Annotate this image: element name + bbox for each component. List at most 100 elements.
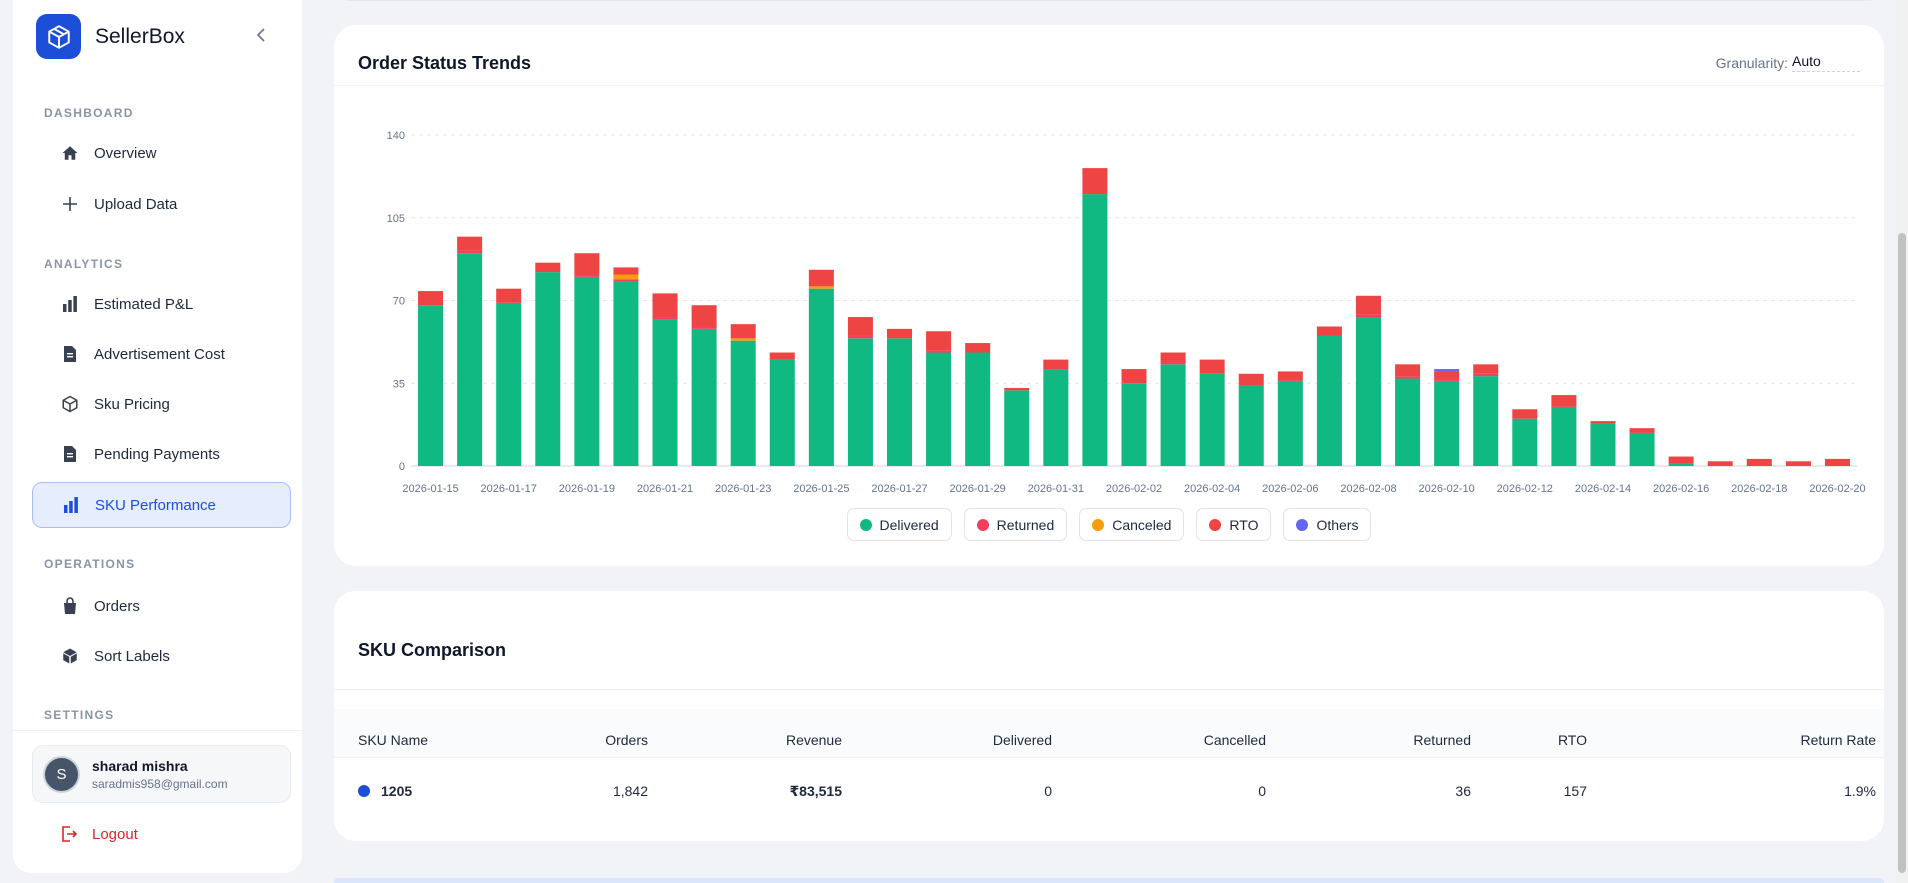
y-tick-label: 105 (387, 213, 405, 225)
bar-segment-delivered (574, 276, 600, 466)
bar-segment-rto (847, 317, 873, 336)
legend-item-canceled[interactable]: Canceled (1079, 508, 1185, 541)
section-label-settings: SETTINGS (44, 708, 115, 722)
legend-dot (1092, 518, 1105, 531)
legend-item-others[interactable]: Others (1283, 508, 1372, 541)
bar-segment-rto (1824, 458, 1850, 466)
sku-color-dot (358, 785, 370, 797)
bar-segment-returned (1395, 376, 1421, 379)
home-icon (60, 143, 80, 163)
bar-chart-icon (60, 294, 80, 314)
x-tick-label: 2026-02-06 (1262, 483, 1318, 495)
bar-segment-delivered (1238, 385, 1264, 466)
legend-dot (976, 518, 989, 531)
bar-segment-rto (1082, 168, 1108, 195)
bar-segment-returned (691, 326, 717, 329)
bar-segment-rto (535, 262, 561, 273)
x-tick-label: 2026-01-27 (871, 483, 927, 495)
bar-segment-delivered (535, 272, 561, 466)
previous-card-edge (334, 0, 1884, 1)
bar-segment-delivered (1121, 383, 1147, 466)
cell-rto: 157 (1563, 783, 1587, 799)
bar-segment-rto (808, 269, 834, 287)
plus-icon (60, 194, 80, 214)
sidebar-item-sku-performance[interactable]: SKU Performance (32, 482, 291, 528)
column-header-orders[interactable]: Orders (605, 732, 648, 748)
x-tick-label: 2026-01-19 (559, 483, 615, 495)
bar-segment-delivered (1355, 317, 1381, 466)
table-header (334, 709, 1884, 758)
bar-segment-rto (418, 291, 444, 306)
collapse-sidebar-button[interactable] (250, 24, 272, 46)
bar-segment-delivered (965, 352, 991, 466)
brand[interactable]: SellerBox (36, 14, 185, 59)
x-tick-label: 2026-01-25 (793, 483, 849, 495)
bar-segment-rto (1668, 456, 1694, 464)
app-name: SellerBox (95, 24, 185, 48)
column-header-rto[interactable]: RTO (1558, 732, 1587, 748)
x-tick-label: 2026-02-12 (1497, 483, 1553, 495)
sidebar-item-estimated-pnl[interactable]: Estimated P&L (32, 282, 291, 326)
x-tick-label: 2026-02-10 (1419, 483, 1475, 495)
user-card[interactable]: S sharad mishra saradmis958@gmail.com (32, 745, 291, 803)
sku-comparison-card: SKU Comparison SKU Name Orders Revenue D… (334, 591, 1884, 841)
scrollbar[interactable] (1896, 0, 1908, 883)
bar-segment-delivered (691, 328, 717, 466)
bar-segment-canceled (730, 338, 756, 341)
order-status-trends-card: Order Status Trends Granularity: Auto 03… (334, 25, 1884, 566)
bar-segment-returned (457, 250, 483, 254)
legend-dot (1209, 518, 1222, 531)
bar-segment-rto (1121, 369, 1147, 384)
sidebar-item-overview[interactable]: Overview (32, 131, 291, 175)
bar-segment-rto (1551, 395, 1577, 407)
column-header-sku-name[interactable]: SKU Name (358, 732, 428, 748)
bar-segment-rto (1434, 371, 1460, 379)
column-header-delivered[interactable]: Delivered (993, 732, 1052, 748)
column-header-revenue[interactable]: Revenue (786, 732, 842, 748)
y-tick-label: 70 (393, 296, 405, 308)
section-label-analytics: ANALYTICS (44, 257, 124, 271)
cell-revenue: ₹83,515 (789, 783, 842, 799)
sidebar-item-pending-payments[interactable]: Pending Payments (32, 432, 291, 476)
legend-item-returned[interactable]: Returned (963, 508, 1068, 541)
legend-label: Canceled (1112, 516, 1172, 533)
legend-item-rto[interactable]: RTO (1196, 508, 1272, 541)
cell-sku-name: 1205 (358, 783, 412, 799)
bar-segment-returned (652, 317, 678, 320)
sidebar-item-orders[interactable]: Orders (32, 584, 291, 628)
chart-legend: Delivered Returned Canceled RTO Others (334, 508, 1884, 541)
scrollbar-thumb[interactable] (1898, 233, 1906, 873)
legend-item-delivered[interactable]: Delivered (846, 508, 952, 541)
x-tick-label: 2026-02-20 (1809, 483, 1865, 495)
bar-segment-delivered (457, 253, 483, 466)
chevron-left-icon (256, 28, 265, 42)
bar-segment-canceled (613, 274, 639, 280)
legend-label: Returned (996, 516, 1055, 533)
bar-segment-delivered (496, 302, 522, 466)
x-tick-label: 2026-01-23 (715, 483, 771, 495)
column-header-cancelled[interactable]: Cancelled (1204, 732, 1266, 748)
bar-segment-returned (926, 350, 952, 353)
column-header-return-rate[interactable]: Return Rate (1801, 732, 1876, 748)
bar-segment-delivered (808, 288, 834, 466)
bar-segment-rto (1277, 371, 1303, 381)
sidebar-item-sort-labels[interactable]: Sort Labels (32, 634, 291, 678)
bar-segment-delivered (887, 338, 913, 466)
sidebar-item-sku-pricing[interactable]: Sku Pricing (32, 382, 291, 426)
bar-segment-rto (1629, 428, 1655, 433)
bar-segment-delivered (847, 338, 873, 466)
bar-segment-rto (730, 324, 756, 339)
sidebar-item-label: Sku Pricing (94, 395, 170, 413)
sidebar-item-advertisement-cost[interactable]: Advertisement Cost (32, 332, 291, 376)
sidebar-item-upload-data[interactable]: Upload Data (32, 182, 291, 226)
bar-segment-rto (1199, 359, 1225, 374)
bar-segment-delivered (652, 319, 678, 466)
bar-segment-returned (847, 335, 873, 339)
bar-segment-delivered (1473, 376, 1499, 466)
legend-dot (859, 518, 872, 531)
logout-button[interactable]: Logout (32, 816, 138, 852)
column-header-returned[interactable]: Returned (1413, 732, 1471, 748)
bar-segment-rto (652, 293, 678, 318)
cell-cancelled: 0 (1258, 783, 1266, 799)
section-label-dashboard: DASHBOARD (44, 106, 134, 120)
